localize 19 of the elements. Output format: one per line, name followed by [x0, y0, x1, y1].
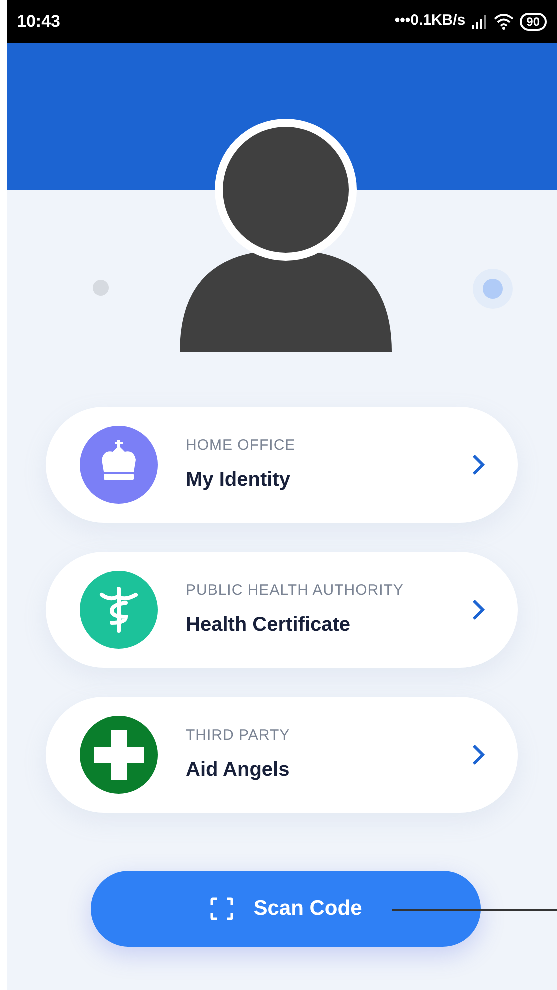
issuer-label: PUBLIC HEALTH AUTHORITY: [186, 580, 405, 601]
service-card[interactable]: HOME OFFICE My Identity: [46, 407, 518, 523]
chevron-right-icon: [472, 454, 486, 476]
battery-indicator: 90: [520, 12, 547, 30]
signal-icon: [472, 14, 488, 28]
chevron-right-icon: [472, 599, 486, 621]
card-title: My Identity: [186, 468, 292, 494]
card-title: Health Certificate: [186, 613, 352, 638]
card-title: Aid Angels: [186, 758, 291, 784]
status-time: 10:43: [17, 10, 60, 33]
network-speed: •••0.1KB/s: [394, 11, 466, 32]
wifi-icon: [494, 14, 514, 30]
chevron-right-icon: [472, 744, 486, 766]
service-card[interactable]: THIRD PARTY Aid Angels: [46, 697, 518, 813]
service-card[interactable]: PUBLIC HEALTH AUTHORITY Health Certificate: [46, 552, 518, 668]
scan-code-button[interactable]: Scan Code: [91, 871, 481, 947]
issuer-label: THIRD PARTY: [186, 726, 292, 746]
issuer-label: HOME OFFICE: [186, 436, 297, 456]
scan-frame-icon: [210, 897, 234, 921]
